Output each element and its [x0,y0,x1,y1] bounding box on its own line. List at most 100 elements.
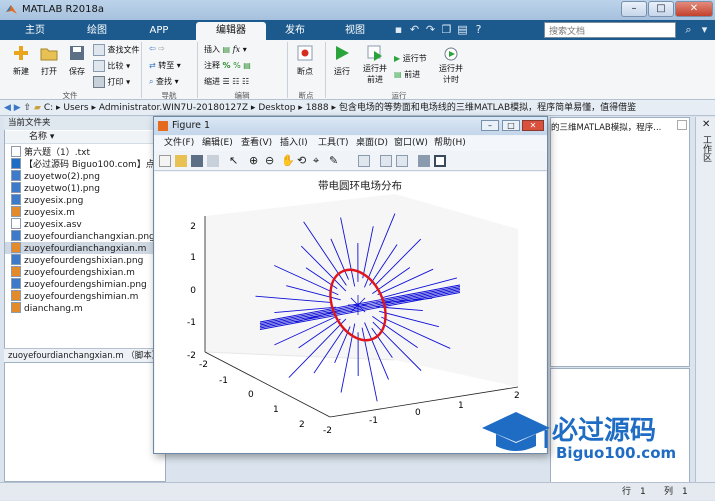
insert-button[interactable]: 插入 ▤ fx ▾ [204,44,247,55]
file-list-item[interactable]: zuoyefourdianchangxian.m [5,242,165,254]
search-input[interactable]: 搜索文档 [544,22,676,38]
advance-button[interactable]: ▤ 前进 [394,69,420,80]
figure-minimize-button[interactable]: – [481,120,499,131]
legend-icon[interactable] [396,155,408,167]
up-folder-icon[interactable]: ⇧ [24,103,32,113]
percent-icon: % [223,61,231,70]
path-segment[interactable]: Administrator.WIN7U-20180127Z [99,103,248,113]
file-list-item[interactable]: zuoyesix.asv [5,218,165,230]
save-quick-icon[interactable]: ▪ [392,23,405,36]
brush-icon[interactable]: ✎ [329,155,341,167]
menu-file[interactable]: 文件(F) [164,136,194,151]
menu-insert[interactable]: 插入(I) [280,136,308,151]
open-file-icon[interactable] [175,155,187,167]
maximize-button[interactable]: □ [648,1,674,17]
back-nav-icon[interactable]: ◀ [4,103,11,113]
file-list-item[interactable]: zuoyefourdengshixian.m [5,266,165,278]
save-button[interactable]: 保存 [64,44,90,77]
new-button[interactable]: 新建 [8,44,34,77]
file-list-item[interactable]: zuoyefourdengshixian.png [5,254,165,266]
menu-edit[interactable]: 编辑(E) [202,136,233,151]
run-button[interactable]: 运行 [330,44,354,77]
tab-view[interactable]: 视图 [330,22,380,40]
show-plot-tools-icon[interactable] [434,155,446,167]
close-panel-icon[interactable]: ✕ [702,119,710,130]
print-label: 打印 [108,78,124,87]
goto-button[interactable]: ⇄ 转至 ▾ [149,60,181,71]
print-button[interactable]: 打印 ▾ [93,76,130,88]
hide-plot-tools-icon[interactable] [418,155,430,167]
browse-folder-icon[interactable]: ▰ [34,103,41,113]
file-list-item[interactable]: dianchang.m [5,302,165,314]
figure-maximize-button[interactable]: □ [502,120,520,131]
tab-publish[interactable]: 发布 [270,22,320,40]
tab-editor[interactable]: 编辑器 [196,22,266,40]
path-segment[interactable]: C: [44,103,53,113]
file-list-item[interactable]: zuoyetwo(2).png [5,170,165,182]
colorbar-icon[interactable] [380,155,392,167]
find-files-button[interactable]: 查找文件 [93,44,140,56]
data-cursor-icon[interactable]: ⌖ [313,155,325,167]
tab-apps[interactable]: APP [134,22,184,40]
minimize-button[interactable]: – [621,1,647,17]
redo-icon[interactable]: ↷ [424,23,437,36]
zoom-out-icon[interactable]: ⊖ [265,155,277,167]
file-list-item[interactable]: zuoyetwo(1).png [5,182,165,194]
back-arrow-icon[interactable]: ⇦ [149,44,156,53]
path-segment[interactable]: Users [63,103,88,113]
copy-icon[interactable]: ❐ [440,23,453,36]
indent-button[interactable]: 缩进 ☰ ☷ ☷ [204,76,249,87]
file-list-item[interactable]: zuoyesix.m [5,206,165,218]
run-section-icon: ▶ [394,54,400,63]
name-column-header[interactable]: 名称 ▾ [5,131,165,144]
menu-view[interactable]: 查看(V) [241,136,272,151]
back-forward-buttons[interactable]: ⇦ ⇨ [149,44,165,53]
forward-nav-icon[interactable]: ▶ [14,103,21,113]
run-and-advance-button[interactable]: 运行并 前进 [360,44,390,85]
run-advance-icon [366,44,384,62]
pan-hand-icon[interactable]: ✋ [281,155,293,167]
file-list-item[interactable]: zuoyefourdengshimian.m [5,290,165,302]
path-segment[interactable]: Desktop [258,103,295,113]
tab-plots[interactable]: 绘图 [72,22,122,40]
save-figure-icon[interactable] [191,155,203,167]
file-name: dianchang.m [24,304,83,314]
new-figure-icon[interactable] [159,155,171,167]
print-figure-icon[interactable] [207,155,219,167]
collapsed-workspace-strip[interactable]: 工作区 ✕ [695,117,715,482]
run-section-button[interactable]: ▶ 运行节 [394,53,427,64]
panel-options-icon[interactable] [677,120,687,130]
search-icon[interactable]: ⌕ [682,23,695,36]
paste-icon[interactable]: ▤ [456,23,469,36]
link-plot-icon[interactable] [358,155,370,167]
close-button[interactable]: ✕ [675,1,713,17]
undo-icon[interactable]: ↶ [408,23,421,36]
rotate-3d-icon[interactable]: ⟲ [297,155,309,167]
image-file-icon [11,254,21,265]
menu-window[interactable]: 窗口(W) [394,136,428,151]
breakpoints-button[interactable]: 断点 [290,44,320,77]
pointer-icon[interactable]: ↖ [229,155,241,167]
file-list-item[interactable]: zuoyesix.png [5,194,165,206]
file-list-item[interactable]: 【必过源码 Biguo100.com】点 [5,158,165,170]
file-list-item[interactable]: 第六题（1）.txt [5,146,165,158]
compare-button[interactable]: 比较 ▾ [93,60,130,72]
graduation-cap-icon [11,158,21,169]
figure-close-button[interactable]: ✕ [522,120,544,131]
menu-help[interactable]: 帮助(H) [434,136,466,151]
menu-desktop[interactable]: 桌面(D) [356,136,388,151]
expand-icon[interactable]: ▾ [698,23,711,36]
tab-home[interactable]: 主页 [10,22,60,40]
help-small-icon[interactable]: ? [472,23,485,36]
file-list-item[interactable]: zuoyefourdengshimian.png [5,278,165,290]
menu-tools[interactable]: 工具(T) [318,136,349,151]
file-list-item[interactable]: zuoyefourdianchangxian.png [5,230,165,242]
zoom-in-icon[interactable]: ⊕ [249,155,261,167]
find-button[interactable]: ⌕ 查找 ▾ [149,76,179,87]
path-segment[interactable]: 1888 [306,103,329,113]
run-and-time-button[interactable]: 运行并 计时 [436,44,466,85]
open-button[interactable]: 打开 [36,44,62,77]
path-segment[interactable]: 包含电场的等势面和电场线的三维MATLAB模拟，程序简单易懂，值得借鉴 [339,103,636,113]
comment-button[interactable]: 注释 % % ▤ [204,60,251,71]
forward-arrow-icon[interactable]: ⇨ [158,44,165,53]
